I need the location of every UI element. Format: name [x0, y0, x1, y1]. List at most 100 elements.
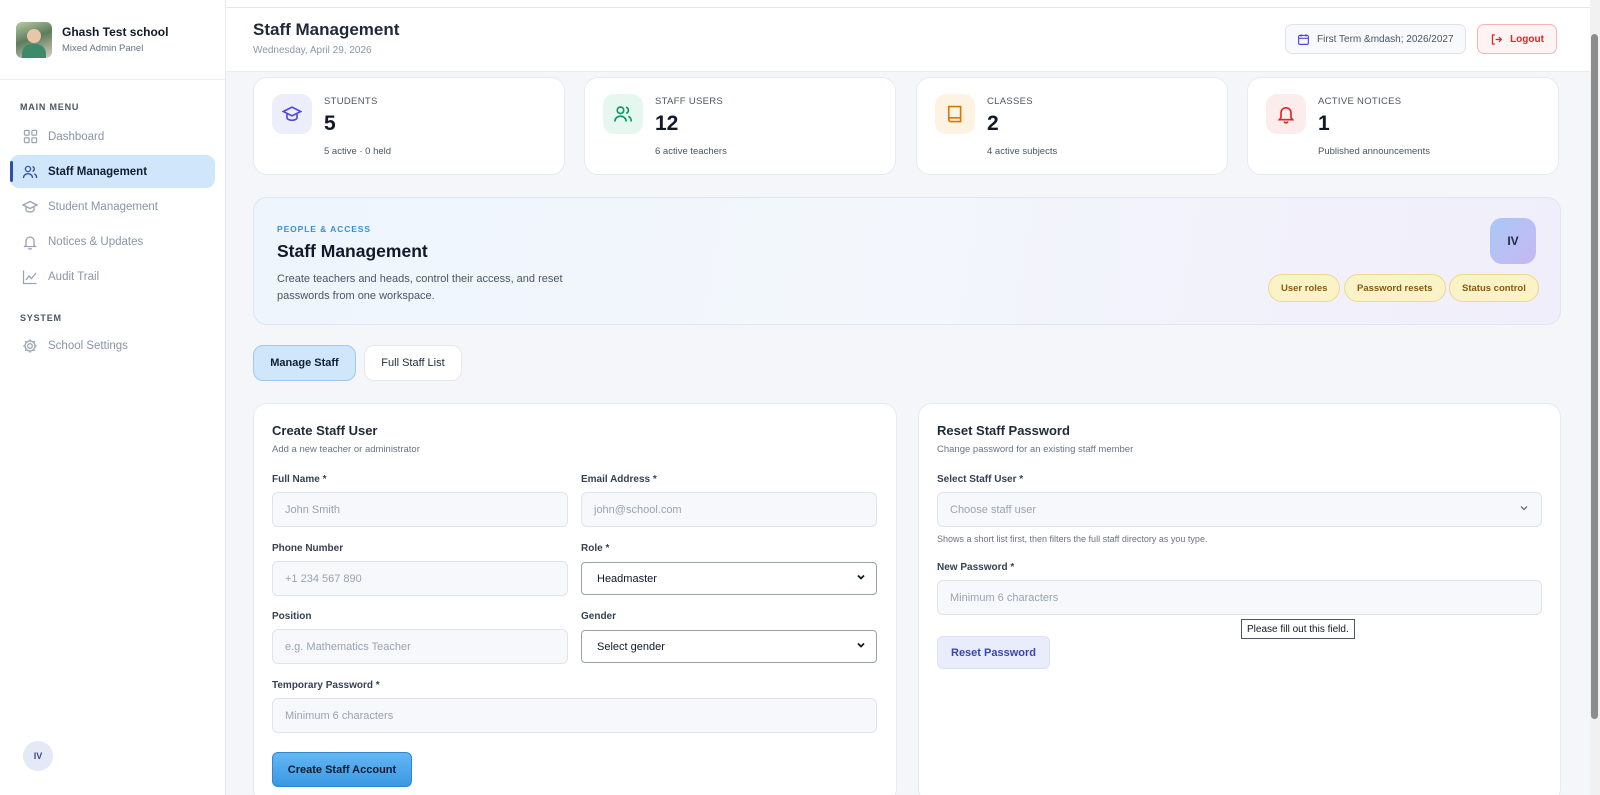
validation-tooltip: Please fill out this field. [1241, 619, 1355, 639]
book-icon [935, 94, 975, 134]
phone-input[interactable]: +1 234 567 890 [272, 561, 568, 596]
sidebar-item-dashboard[interactable]: Dashboard [10, 120, 215, 153]
create-staff-account-button[interactable]: Create Staff Account [272, 752, 412, 787]
hero-banner: PEOPLE & ACCESS Staff Management Create … [253, 197, 1561, 325]
role-select[interactable]: Headmaster [581, 562, 877, 595]
stat-label: CLASSES [987, 96, 1033, 107]
sidebar-item-staff-management[interactable]: Staff Management [10, 155, 215, 188]
temp-password-input[interactable]: Minimum 6 characters [272, 698, 877, 733]
reset-password-panel: Reset Staff Password Change password for… [918, 403, 1561, 795]
stat-value: 2 [987, 112, 999, 135]
stat-label: ACTIVE NOTICES [1318, 96, 1402, 107]
sidebar-item-label: School Settings [48, 339, 128, 352]
select-staff-placeholder: Choose staff user [950, 503, 1037, 516]
sidebar-item-school-settings[interactable]: School Settings [10, 329, 215, 362]
select-staff-label: Select Staff User * [937, 474, 1024, 485]
new-password-input[interactable]: Minimum 6 characters [937, 580, 1542, 615]
panel-title: Create Staff User [272, 423, 378, 438]
school-logo [16, 21, 52, 58]
chip-status-control: Status control [1449, 274, 1539, 302]
gender-label: Gender [581, 611, 617, 622]
brand: Ghash Test school Mixed Admin Panel [0, 0, 225, 80]
stat-label: STAFF USERS [655, 96, 724, 107]
stat-label: STUDENTS [324, 96, 378, 107]
phone-label: Phone Number [272, 543, 344, 554]
hero-title: Staff Management [277, 241, 428, 261]
bell-icon [22, 234, 38, 250]
page-title: Staff Management [253, 20, 400, 39]
stat-value: 1 [1318, 112, 1330, 135]
gear-icon [22, 338, 38, 354]
role-value: Headmaster [597, 572, 657, 585]
sidebar-item-audit-trail[interactable]: Audit Trail [10, 260, 215, 293]
full-name-label: Full Name * [272, 474, 327, 485]
sidebar-item-student-management[interactable]: Student Management [10, 190, 215, 223]
chip-user-roles: User roles [1268, 274, 1341, 302]
sidebar-item-label: Staff Management [48, 165, 148, 178]
position-input[interactable]: e.g. Mathematics Teacher [272, 629, 568, 664]
stat-value: 5 [324, 112, 336, 135]
chip-password-resets: Password resets [1344, 274, 1446, 302]
top-strip [226, 0, 1590, 8]
stat-card-staff-users: STAFF USERS 12 6 active teachers [584, 77, 896, 175]
hero-eyebrow: PEOPLE & ACCESS [277, 224, 371, 234]
sidebar-item-notices[interactable]: Notices & Updates [10, 225, 215, 258]
full-name-input[interactable]: John Smith [272, 492, 568, 527]
tab-full-staff-list[interactable]: Full Staff List [364, 345, 462, 381]
stat-sub: Published announcements [1318, 146, 1430, 157]
panel-subtitle: Add a new teacher or administrator [272, 444, 420, 455]
panel-label: Mixed Admin Panel [62, 43, 144, 54]
main-menu-label: MAIN MENU [20, 102, 80, 112]
gender-value: Select gender [597, 640, 665, 653]
sidebar-item-label: Dashboard [48, 130, 105, 143]
role-label: Role * [581, 543, 610, 554]
system-label: SYSTEM [20, 313, 62, 323]
sidebar: Ghash Test school Mixed Admin Panel MAIN… [0, 0, 226, 795]
stat-card-active-notices: ACTIVE NOTICES 1 Published announcements [1247, 77, 1559, 175]
stat-sub: 6 active teachers [655, 146, 727, 157]
stat-card-students: STUDENTS 5 5 active · 0 held [253, 77, 565, 175]
chevron-down-icon [856, 572, 866, 585]
sidebar-item-label: Audit Trail [48, 270, 100, 283]
select-staff-combobox[interactable]: Choose staff user [937, 492, 1542, 527]
page-header: Staff Management Wednesday, April 29, 20… [226, 8, 1590, 72]
term-label: First Term &mdash; 2026/2027 [1317, 33, 1454, 45]
panel-subtitle: Change password for an existing staff me… [937, 444, 1134, 455]
calendar-icon [1297, 33, 1310, 46]
current-date: Wednesday, April 29, 2026 [253, 45, 372, 56]
line-chart-icon [22, 269, 38, 285]
hero-avatar: IV [1490, 218, 1536, 264]
select-staff-hint: Shows a short list first, then filters t… [937, 534, 1208, 544]
term-selector[interactable]: First Term &mdash; 2026/2027 [1285, 24, 1466, 54]
stat-value: 12 [655, 112, 679, 135]
grid-icon [22, 129, 38, 145]
logout-icon [1490, 33, 1503, 46]
logout-button[interactable]: Logout [1477, 24, 1557, 54]
user-avatar[interactable]: IV [23, 741, 53, 771]
chevron-down-icon [1519, 503, 1529, 516]
sidebar-item-label: Notices & Updates [48, 235, 144, 248]
reset-password-button[interactable]: Reset Password [937, 636, 1050, 669]
chevron-down-icon [856, 640, 866, 653]
gender-select[interactable]: Select gender [581, 630, 877, 663]
panel-title: Reset Staff Password [937, 423, 1070, 438]
hero-description: Create teachers and heads, control their… [277, 273, 563, 302]
sidebar-item-label: Student Management [48, 200, 158, 213]
email-input[interactable]: john@school.com [581, 492, 877, 527]
email-label: Email Address * [581, 474, 657, 485]
users-icon [603, 94, 643, 134]
stat-sub: 5 active · 0 held [324, 146, 392, 157]
school-name: Ghash Test school [62, 25, 169, 39]
logout-label: Logout [1510, 33, 1544, 45]
stat-card-classes: CLASSES 2 4 active subjects [916, 77, 1228, 175]
users-icon [22, 164, 38, 180]
bell-icon [1266, 94, 1306, 134]
tab-manage-staff[interactable]: Manage Staff [253, 345, 356, 381]
temp-password-label: Temporary Password * [272, 680, 380, 691]
stat-sub: 4 active subjects [987, 146, 1058, 157]
create-staff-panel: Create Staff User Add a new teacher or a… [253, 403, 897, 795]
scrollbar-thumb[interactable] [1591, 34, 1598, 719]
position-label: Position [272, 611, 312, 622]
new-password-label: New Password * [937, 562, 1015, 573]
graduation-cap-icon [22, 199, 38, 215]
